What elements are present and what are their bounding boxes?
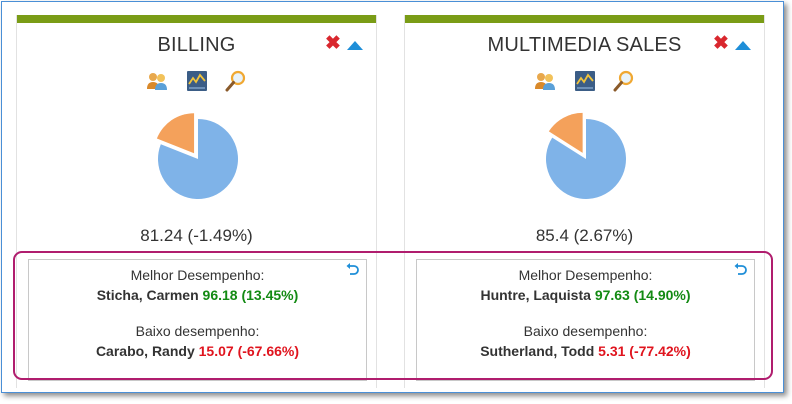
card-billing: BILLING ✖ 81.24 (-1.49%) Melhor Desempen… — [16, 15, 377, 388]
low-performer-value: 5.31 (-77.42%) — [598, 343, 691, 359]
low-performer-name: Sutherland, Todd — [480, 343, 595, 359]
low-performer-label: Baixo desempenho: — [523, 323, 648, 339]
users-icon[interactable] — [533, 69, 557, 93]
card-accent-bar — [17, 15, 376, 23]
low-performer-label: Baixo desempenho: — [135, 323, 260, 339]
best-performer-name: Sticha, Carmen — [96, 287, 199, 303]
close-icon[interactable]: ✖ — [712, 34, 730, 53]
collapse-up-icon[interactable] — [735, 41, 751, 50]
metric-value: 85.4 (2.67%) — [535, 226, 634, 245]
card-title: MULTIMEDIA SALES — [487, 34, 682, 56]
low-performer-value: 15.07 (-67.66%) — [198, 343, 300, 359]
search-icon[interactable] — [224, 69, 248, 93]
best-performer-label: Melhor Desempenho: — [518, 267, 653, 283]
best-performer-line: Huntre, Laquista 97.63 (14.90%) — [417, 287, 754, 303]
performance-box: Melhor Desempenho: Huntre, Laquista 97.6… — [416, 259, 755, 381]
dashboard-frame: BILLING ✖ 81.24 (-1.49%) Melhor Desempen… — [1, 1, 784, 393]
chart-icon[interactable] — [185, 69, 209, 93]
users-icon[interactable] — [145, 69, 169, 93]
card-toolbar — [17, 69, 376, 93]
best-performer-value: 97.63 (14.90%) — [594, 287, 691, 303]
close-icon[interactable]: ✖ — [324, 34, 342, 53]
best-performer-name: Huntre, Laquista — [480, 287, 591, 303]
low-performer-line: Sutherland, Todd 5.31 (-77.42%) — [417, 343, 754, 359]
best-performer-line: Sticha, Carmen 96.18 (13.45%) — [29, 287, 366, 303]
best-performer-value: 96.18 (13.45%) — [202, 287, 299, 303]
search-icon[interactable] — [612, 69, 636, 93]
pie-chart — [156, 113, 238, 199]
card-multimedia-sales: MULTIMEDIA SALES ✖ 85.4 (2.67%) Melhor D… — [404, 15, 765, 388]
metric-value: 81.24 (-1.49%) — [140, 226, 253, 245]
card-accent-bar — [405, 15, 764, 23]
low-performer-line: Carabo, Randy 15.07 (-67.66%) — [29, 343, 366, 359]
collapse-up-icon[interactable] — [347, 41, 363, 50]
low-performer-name: Carabo, Randy — [95, 343, 195, 359]
pie-chart — [546, 112, 626, 199]
best-performer-label: Melhor Desempenho: — [130, 267, 265, 283]
chart-icon[interactable] — [573, 69, 597, 93]
card-title: BILLING — [157, 34, 236, 56]
performance-box: Melhor Desempenho: Sticha, Carmen 96.18 … — [28, 259, 367, 381]
card-toolbar — [405, 69, 764, 93]
